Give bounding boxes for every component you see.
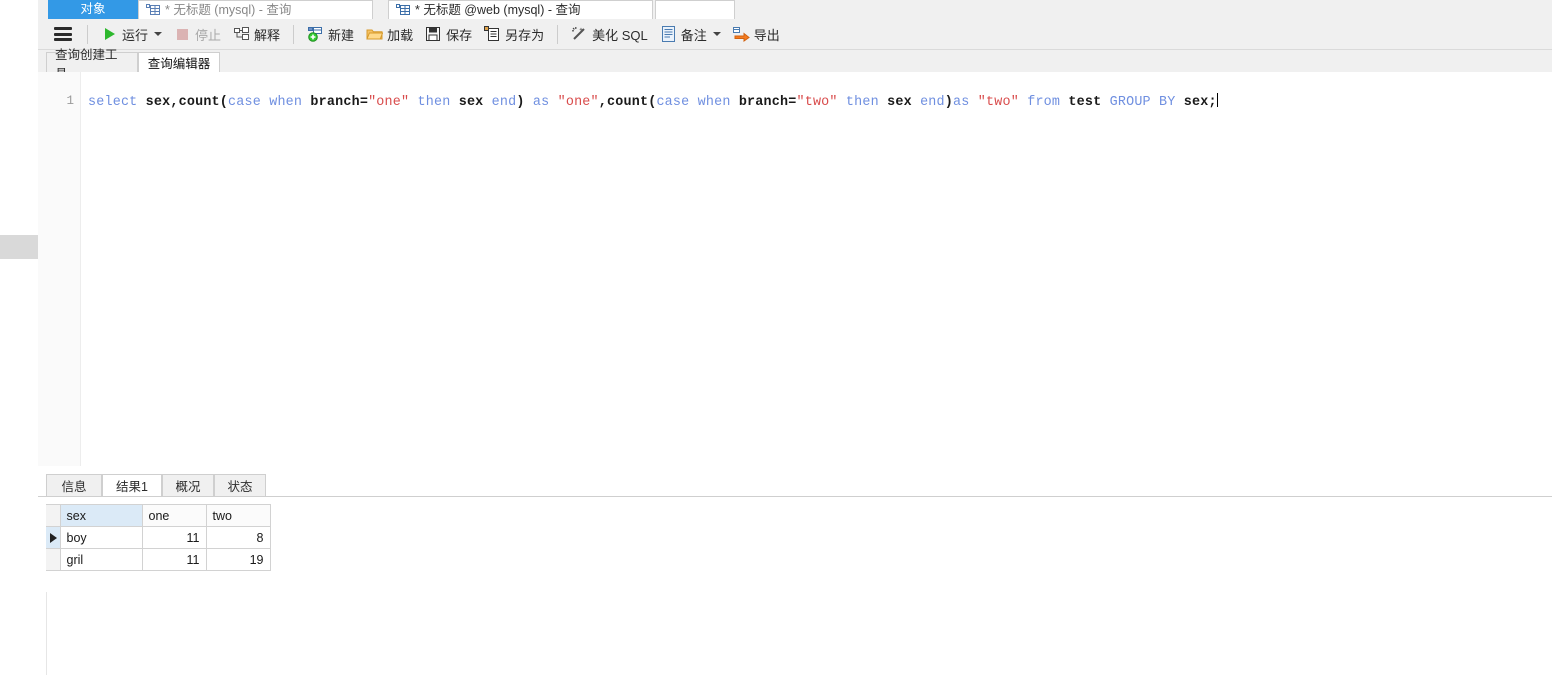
column-header-two[interactable]: two	[205, 504, 271, 527]
cell-two[interactable]: 8	[205, 526, 271, 549]
cell-one[interactable]: 11	[141, 526, 207, 549]
tab-profile-label: 概况	[175, 480, 201, 494]
main-menu-button[interactable]	[46, 22, 80, 46]
editor-subtabs: 查询创建工具 查询编辑器	[38, 48, 1552, 81]
query-table-icon	[396, 4, 411, 16]
toolbar-separator	[87, 24, 88, 44]
save-button[interactable]: 保存	[419, 22, 478, 46]
results-grid[interactable]: sex one two boy 11 8 gril 11 19	[46, 504, 271, 571]
stop-button-label: 停止	[195, 27, 222, 43]
load-button-label: 加载	[387, 27, 414, 43]
tab-info[interactable]: 信息	[46, 474, 102, 496]
cell-two[interactable]: 19	[205, 548, 271, 571]
tab-status[interactable]: 状态	[214, 474, 266, 496]
stop-button: 停止	[168, 22, 227, 46]
text-cursor	[1216, 93, 1218, 107]
window-tabstrip: 对象 * 无标题 (mysql) - 查询 * 无标题 @web (mysql)…	[38, 0, 1552, 20]
beautify-wand-icon	[571, 26, 588, 42]
save-floppy-icon	[425, 26, 442, 42]
tab-objects-label: 对象	[80, 2, 106, 16]
table-header-row: sex one two	[46, 504, 271, 527]
tab-query-builder[interactable]: 查询创建工具	[46, 48, 138, 81]
note-button-label: 备注	[680, 27, 707, 43]
toolbar-separator	[293, 24, 295, 44]
nav icat-query-window: 对象 * 无标题 (mysql) - 查询 * 无标题 @web (mysql)…	[0, 0, 1552, 675]
column-header-sex[interactable]: sex	[59, 504, 143, 527]
tab-query-untitled-web-label: * 无标题 @web (mysql) - 查询	[415, 2, 581, 17]
save-as-button-label: 另存为	[505, 27, 545, 43]
results-tabbar: 信息 结果1 概况 状态	[38, 474, 1552, 497]
beautify-sql-button-label: 美化 SQL	[592, 27, 648, 43]
play-run-icon	[101, 26, 118, 42]
cell-one[interactable]: 11	[141, 548, 207, 571]
note-button[interactable]: 备注	[654, 22, 727, 46]
rowheader-corner	[46, 504, 61, 527]
export-button[interactable]: 导出	[727, 22, 786, 46]
export-arrow-icon	[732, 26, 750, 42]
current-row-arrow-icon	[50, 532, 57, 543]
left-gutter-column	[0, 0, 38, 675]
tab-query-untitled-web[interactable]: * 无标题 @web (mysql) - 查询	[388, 0, 653, 19]
table-row[interactable]: boy 11 8	[46, 526, 271, 549]
left-gutter-block	[0, 235, 38, 259]
results-panel: 信息 结果1 概况 状态 sex one two boy 11 8 gril 1…	[38, 466, 1552, 675]
run-button[interactable]: 运行	[95, 22, 168, 46]
query-toolbar: 运行 停止 解释 新建 加载 保存 另存为 美化 SQL 备注 导出	[38, 19, 1552, 50]
export-button-label: 导出	[753, 27, 780, 43]
stop-square-icon	[174, 26, 191, 42]
save-as-button[interactable]: 另存为	[478, 22, 550, 46]
run-button-label: 运行	[122, 27, 149, 43]
explain-plan-icon	[233, 26, 250, 42]
tab-query-editor[interactable]: 查询编辑器	[138, 52, 220, 72]
chevron-down-icon[interactable]	[154, 32, 163, 36]
results-empty-area	[46, 592, 1552, 675]
table-row[interactable]: gril 11 19	[46, 548, 271, 571]
query-table-icon	[146, 4, 161, 16]
tab-query-untitled-1-label: * 无标题 (mysql) - 查询	[165, 2, 292, 17]
hamburger-menu-icon	[54, 27, 72, 41]
tab-query-untitled-1[interactable]: * 无标题 (mysql) - 查询	[138, 0, 373, 19]
load-button[interactable]: 加载	[360, 22, 419, 46]
line-number: 1	[66, 94, 74, 108]
new-query-button[interactable]: 新建	[301, 22, 360, 46]
tab-result1-label: 结果1	[116, 480, 148, 494]
tab-info-label: 信息	[61, 480, 87, 494]
tab-query-editor-label: 查询编辑器	[147, 57, 211, 71]
row-indicator-current	[46, 526, 61, 549]
chevron-down-icon[interactable]	[712, 32, 721, 36]
column-header-one[interactable]: one	[141, 504, 207, 527]
main-panel: 对象 * 无标题 (mysql) - 查询 * 无标题 @web (mysql)…	[38, 0, 1552, 675]
new-query-plus-icon	[307, 26, 324, 42]
sql-editor[interactable]: 1 select sex,count(case when branch="one…	[38, 72, 1552, 467]
toolbar-separator	[557, 24, 559, 44]
tab-profile[interactable]: 概况	[162, 474, 214, 496]
new-query-button-label: 新建	[328, 27, 355, 43]
beautify-sql-button[interactable]: 美化 SQL	[565, 22, 654, 46]
cell-sex[interactable]: gril	[59, 548, 143, 571]
editor-line-gutter: 1	[38, 72, 81, 466]
sql-tokens: select sex,count(case when branch="one" …	[88, 95, 1217, 110]
tab-status-label: 状态	[227, 480, 253, 494]
row-indicator	[46, 548, 61, 571]
explain-button[interactable]: 解释	[227, 22, 286, 46]
cell-sex[interactable]: boy	[59, 526, 143, 549]
save-button-label: 保存	[446, 27, 473, 43]
tab-objects[interactable]: 对象	[48, 0, 138, 19]
tab-result1[interactable]: 结果1	[102, 474, 162, 496]
tab-empty-slot[interactable]	[655, 0, 735, 19]
explain-button-label: 解释	[254, 27, 281, 43]
save-as-icon	[484, 26, 501, 42]
note-document-icon	[660, 26, 677, 42]
sql-code-line: select sex,count(case when branch="one" …	[88, 93, 1218, 111]
open-folder-icon	[366, 26, 384, 42]
